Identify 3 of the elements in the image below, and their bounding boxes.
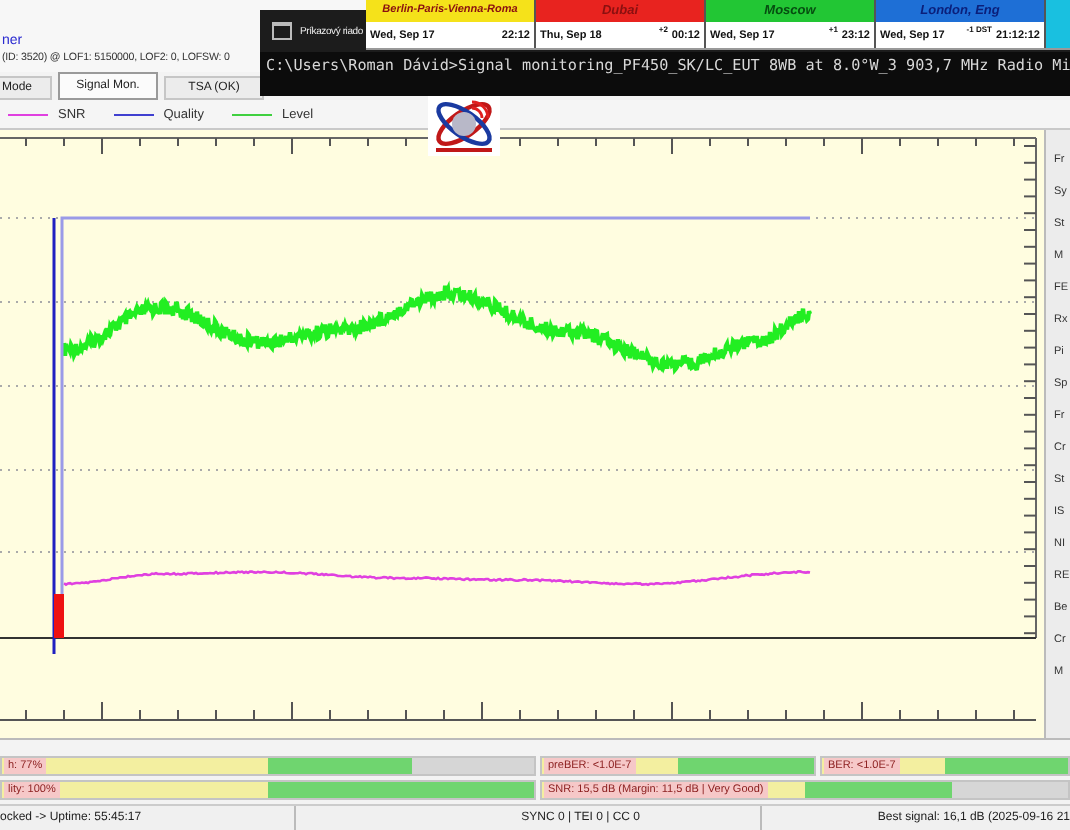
console-icon (272, 22, 292, 40)
clock-column-edge (1046, 0, 1070, 48)
signal-bar (54, 593, 64, 638)
